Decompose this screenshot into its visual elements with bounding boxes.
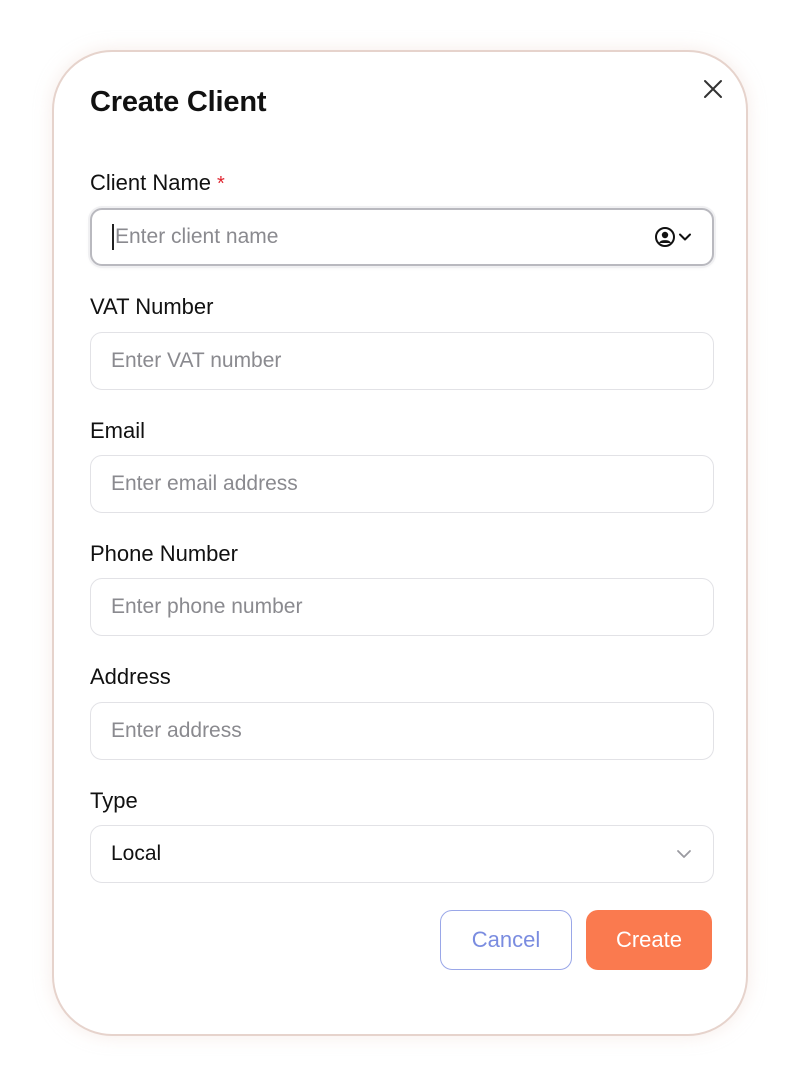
modal-title: Create Client — [90, 86, 267, 118]
client-name-label-text: Client Name — [90, 170, 212, 195]
cancel-button[interactable]: Cancel — [440, 910, 572, 970]
type-select[interactable]: Local — [90, 825, 714, 883]
email-field[interactable] — [90, 455, 714, 513]
email-label: Email — [90, 418, 146, 443]
client-name-field[interactable] — [90, 208, 714, 266]
page: Create Client Client Name* V — [0, 0, 800, 1089]
client-name-label: Client Name * — [90, 170, 225, 196]
vat-number-field[interactable] — [90, 332, 714, 390]
user-circle-icon — [655, 227, 675, 247]
modal-actions: Cancel Create — [440, 910, 712, 970]
contact-autofill-button[interactable] — [654, 226, 692, 248]
close-icon — [704, 80, 722, 98]
phone-number-input[interactable] — [111, 579, 693, 635]
create-client-modal: Create Client Client Name* V — [52, 50, 748, 1036]
chevron-down-icon — [679, 233, 691, 241]
address-label: Address — [90, 664, 171, 689]
vat-number-label: VAT Number — [90, 294, 214, 319]
email-input[interactable] — [111, 456, 693, 512]
close-button[interactable] — [698, 74, 728, 104]
create-button[interactable]: Create — [586, 910, 712, 970]
phone-number-field[interactable] — [90, 578, 714, 636]
required-marker: * — [217, 173, 225, 195]
chevron-down-icon — [677, 850, 691, 858]
type-selected-value: Local — [111, 842, 162, 865]
client-name-input[interactable] — [115, 210, 654, 264]
vat-number-input[interactable] — [111, 333, 693, 389]
address-field[interactable] — [90, 702, 714, 760]
phone-number-label: Phone Number — [90, 541, 238, 566]
type-label: Type — [90, 788, 138, 813]
text-cursor — [112, 224, 114, 250]
address-input[interactable] — [111, 703, 693, 759]
